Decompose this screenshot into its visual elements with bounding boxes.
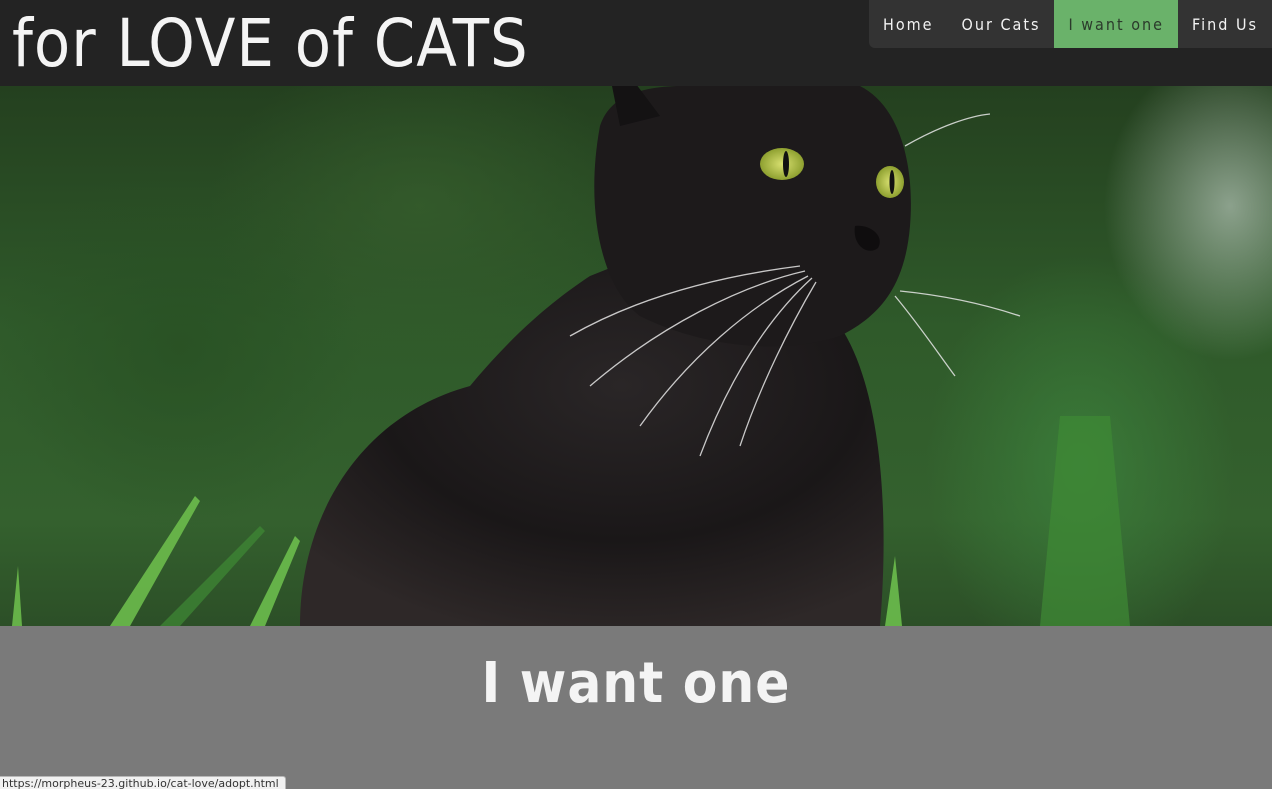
hero-image: [0, 86, 1272, 626]
link-status-bar: https://morpheus-23.github.io/cat-love/a…: [0, 776, 286, 789]
nav-item-our-cats[interactable]: Our Cats: [948, 0, 1055, 48]
black-cat-illustration: [12, 86, 1130, 626]
nav-item-i-want-one[interactable]: I want one: [1054, 0, 1178, 48]
nav-item-home[interactable]: Home: [869, 0, 948, 48]
site-header: for LOVE of CATS Home Our Cats I want on…: [0, 0, 1272, 86]
page-title: I want one: [481, 651, 791, 716]
site-brand[interactable]: for LOVE of CATS: [12, 2, 529, 86]
main-nav: Home Our Cats I want one Find Us: [869, 0, 1272, 48]
page: for LOVE of CATS Home Our Cats I want on…: [0, 0, 1272, 789]
nav-item-find-us[interactable]: Find Us: [1178, 0, 1272, 48]
adopt-section: I want one: [0, 626, 1272, 789]
